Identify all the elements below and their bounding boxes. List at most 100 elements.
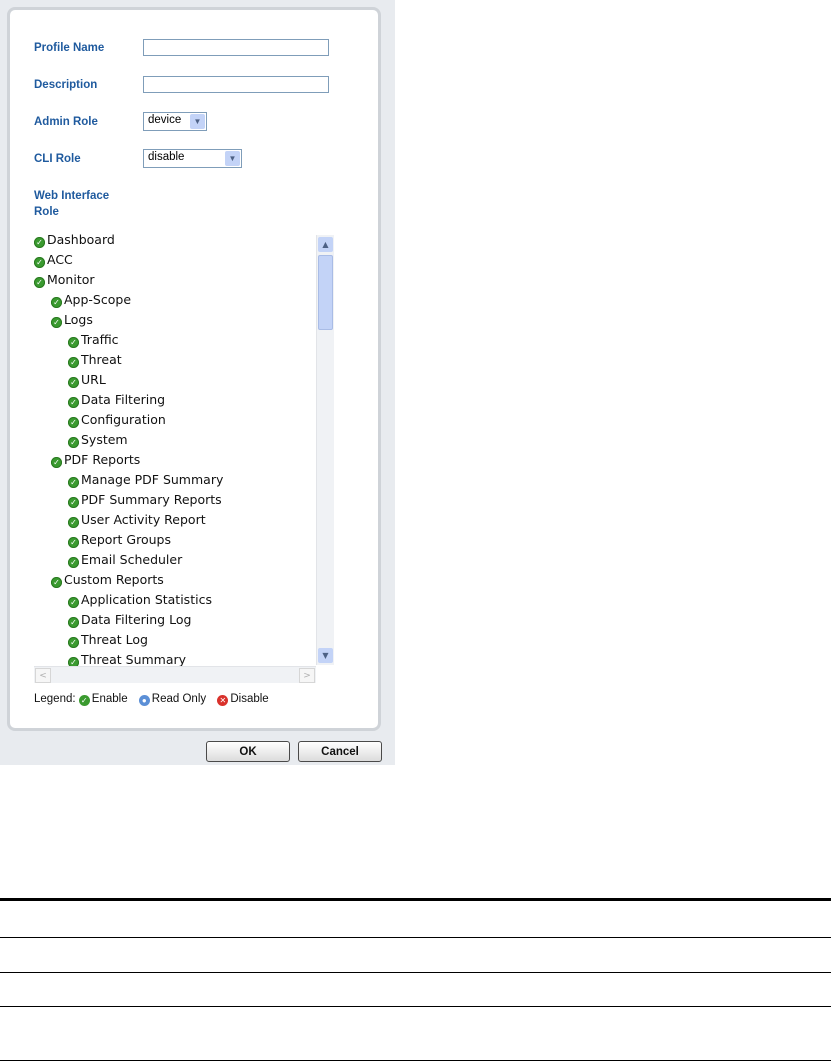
scroll-right-icon[interactable]: > [299, 668, 315, 683]
tree-item[interactable]: ✓ Configuration [68, 412, 166, 428]
cli-role-select[interactable]: disable ▼ [143, 149, 242, 168]
check-circle-icon[interactable]: ✓ [68, 337, 79, 348]
description-label: Description [34, 79, 98, 91]
table-row-divider [0, 1060, 831, 1061]
scroll-up-icon[interactable]: ▲ [318, 237, 333, 252]
check-circle-icon[interactable]: ✓ [68, 617, 79, 628]
tree-item-label: Logs [64, 312, 93, 327]
tree-item-label: Report Groups [81, 532, 171, 547]
check-circle-icon: ✓ [78, 695, 90, 706]
tree-item[interactable]: ✓ PDF Summary Reports [68, 492, 222, 508]
tree-item-label: PDF Summary Reports [81, 492, 222, 507]
tree-item-label: URL [81, 372, 106, 387]
check-circle-icon[interactable]: ✓ [51, 317, 62, 328]
tree-item[interactable]: ✓ Report Groups [68, 532, 171, 548]
tree-item[interactable]: ✓ Threat Log [68, 632, 148, 648]
tree-item[interactable]: ✓ Logs [51, 312, 93, 328]
check-circle-icon[interactable]: ✓ [68, 397, 79, 408]
tree-item-label: Configuration [81, 412, 166, 427]
tree-item[interactable]: ✓ Data Filtering [68, 392, 165, 408]
tree-item[interactable]: ✓ Custom Reports [51, 572, 164, 588]
legend-title: Legend: [34, 693, 76, 705]
check-circle-icon[interactable]: ✓ [68, 357, 79, 368]
tree-item-label: Manage PDF Summary [81, 472, 224, 487]
tree-item-label: Email Scheduler [81, 552, 183, 567]
check-circle-icon[interactable]: ✓ [68, 537, 79, 548]
scroll-down-icon[interactable]: ▼ [318, 648, 333, 663]
check-circle-icon[interactable]: ✓ [68, 477, 79, 488]
tree-item[interactable]: ✓ URL [68, 372, 106, 388]
tree-item[interactable]: ✓ PDF Reports [51, 452, 140, 468]
check-circle-icon[interactable]: ✓ [51, 577, 62, 588]
check-circle-icon[interactable]: ✓ [68, 417, 79, 428]
check-circle-icon[interactable]: ✓ [68, 517, 79, 528]
tree-item-label: Data Filtering Log [81, 612, 192, 627]
table-row-divider [0, 972, 831, 973]
profile-name-label: Profile Name [34, 42, 105, 54]
tree-item[interactable]: ✓ User Activity Report [68, 512, 206, 528]
tree-item-label: App-Scope [64, 292, 132, 307]
check-circle-icon[interactable]: ✓ [34, 237, 45, 248]
tree-horizontal-scrollbar[interactable]: < > [34, 666, 316, 683]
check-circle-icon[interactable]: ✓ [68, 557, 79, 568]
tree-vertical-scrollbar[interactable]: ▲ ▼ [316, 235, 334, 665]
cancel-button[interactable]: Cancel [298, 741, 382, 762]
check-circle-icon[interactable]: ✓ [51, 297, 62, 308]
form-panel: Profile Name Description Admin Role devi… [7, 7, 381, 731]
table-top-rule [0, 898, 831, 901]
cli-role-value: disable [148, 151, 185, 163]
legend-disable: Disable [230, 693, 269, 705]
ok-button[interactable]: OK [206, 741, 290, 762]
tree-item[interactable]: ✓ System [68, 432, 128, 448]
tree-item-label: Threat [81, 352, 122, 367]
tree-item[interactable]: ✓ ACC [34, 252, 73, 268]
tree-item-label: ACC [47, 252, 73, 267]
tree-item-label: Monitor [47, 272, 95, 287]
description-input[interactable] [143, 76, 329, 93]
tree-item-label: Data Filtering [81, 392, 166, 407]
legend-read-only: Read Only [151, 693, 207, 705]
lock-circle-icon: ● [138, 695, 150, 706]
check-circle-icon[interactable]: ✓ [68, 437, 79, 448]
admin-role-value: device [148, 114, 182, 126]
tree-item-label: Custom Reports [64, 572, 164, 587]
cli-role-label: CLI Role [34, 153, 81, 165]
tree-item-label: Dashboard [47, 232, 115, 247]
web-interface-tree: ✓ Dashboard ✓ ACC ✓ Monitor ✓ App-Scope ✓ Logs ✓ Tr… [34, 232, 332, 667]
scroll-left-icon[interactable]: < [35, 668, 51, 683]
tree-item-label: Threat Summary [81, 652, 187, 667]
check-circle-icon[interactable]: ✓ [34, 277, 45, 288]
tree-item[interactable]: ✓ Email Scheduler [68, 552, 182, 568]
tree-item[interactable]: ✓ Threat Summary [68, 652, 186, 667]
table-row-divider [0, 937, 831, 938]
tree-item-label: Traffic [81, 332, 119, 347]
tree-item[interactable]: ✓ App-Scope [51, 292, 131, 308]
tree-item[interactable]: ✓ Dashboard [34, 232, 115, 248]
admin-role-select[interactable]: device ▼ [143, 112, 207, 131]
tree-item-label: Threat Log [81, 632, 148, 647]
tree-item[interactable]: ✓ Threat [68, 352, 122, 368]
check-circle-icon[interactable]: ✓ [51, 457, 62, 468]
tree-item[interactable]: ✓ Manage PDF Summary [68, 472, 223, 488]
tree-item[interactable]: ✓ Data Filtering Log [68, 612, 191, 628]
tree-item-label: Application Statistics [81, 592, 212, 607]
chevron-down-icon[interactable]: ▼ [190, 114, 205, 129]
admin-role-profile-dialog: Profile Name Description Admin Role devi… [0, 0, 395, 765]
legend: Legend: ✓ Enable ● Read Only ✕ Disable [34, 693, 269, 706]
profile-name-input[interactable] [143, 39, 329, 56]
check-circle-icon[interactable]: ✓ [68, 377, 79, 388]
tree-item-label: System [81, 432, 128, 447]
tree-item[interactable]: ✓ Traffic [68, 332, 119, 348]
scroll-thumb[interactable] [318, 255, 333, 330]
check-circle-icon[interactable]: ✓ [68, 637, 79, 648]
check-circle-icon[interactable]: ✓ [34, 257, 45, 268]
table-row-divider [0, 1006, 831, 1007]
legend-enable: Enable [91, 693, 128, 705]
check-circle-icon[interactable]: ✓ [68, 497, 79, 508]
web-interface-role-label: Web Interface Role [34, 190, 110, 218]
tree-item[interactable]: ✓ Monitor [34, 272, 95, 288]
check-circle-icon[interactable]: ✓ [68, 597, 79, 608]
chevron-down-icon[interactable]: ▼ [225, 151, 240, 166]
admin-role-label: Admin Role [34, 116, 98, 128]
tree-item[interactable]: ✓ Application Statistics [68, 592, 212, 608]
